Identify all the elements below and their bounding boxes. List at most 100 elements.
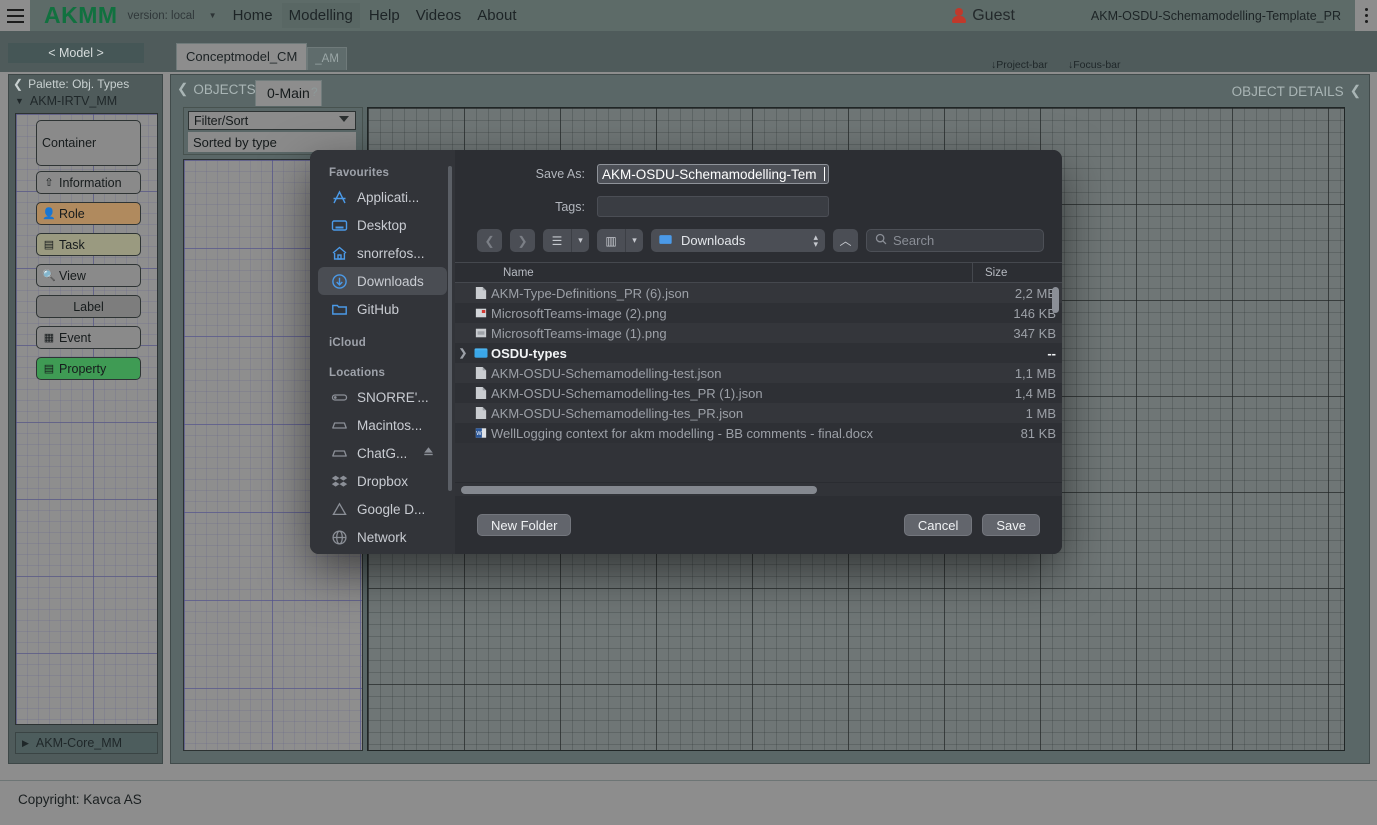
objects-back-label: OBJECTS — [193, 81, 256, 97]
sidebar-item-dropbox[interactable]: Dropbox — [318, 467, 447, 495]
sidebar-item-label: Google D... — [357, 501, 426, 517]
sidebar-section-icloud: iCloud — [329, 337, 366, 349]
home-icon — [331, 245, 348, 262]
sidebar-item-home[interactable]: snorrefos... — [318, 239, 447, 267]
palette-node-label-type[interactable]: Label — [36, 295, 141, 318]
sidebar-section-locations: Locations — [329, 367, 386, 379]
table-row[interactable]: W WellLogging context for akm modelling … — [455, 423, 1062, 443]
file-size: 81 KB — [1020, 425, 1056, 441]
sidebar-item-label: Downloads — [357, 273, 424, 289]
table-row[interactable]: AKM-OSDU-Schemamodelling-tes_PR (1).json… — [455, 383, 1062, 403]
sidebar-item-snorre[interactable]: SNORRE'... — [318, 383, 447, 411]
menu-item-about[interactable]: About — [470, 3, 523, 28]
table-row[interactable]: AKM-OSDU-Schemamodelling-test.json 1,1 M… — [455, 363, 1062, 383]
harddisk-icon — [331, 445, 348, 462]
sidebar-item-chatg[interactable]: ChatG... — [318, 439, 447, 467]
sort-note: Sorted by type — [188, 132, 356, 152]
save-button[interactable]: Save — [982, 514, 1040, 536]
chevron-down-icon[interactable]: ▾ — [625, 229, 643, 252]
focus-bar-hint: ↓Focus-bar — [1068, 59, 1121, 71]
palette-node-label: Property — [59, 361, 107, 376]
document-title: AKM-OSDU-Schemamodelling-Template_PR — [1090, 8, 1341, 23]
filename-input[interactable]: AKM-OSDU-Schemamodelling-Tem — [597, 164, 829, 184]
eject-icon[interactable] — [422, 445, 439, 462]
location-popup-button[interactable]: Downloads ▴ ▾ — [651, 229, 825, 252]
sidebar-item-downloads[interactable]: Downloads — [318, 267, 447, 295]
calendar-icon: ▦ — [43, 331, 55, 344]
hamburger-menu-icon[interactable] — [0, 0, 30, 31]
palette-node-task[interactable]: ▤ Task — [36, 233, 141, 256]
palette-node-event[interactable]: ▦ Event — [36, 326, 141, 349]
palette-node-information[interactable]: ⇧ Information — [36, 171, 141, 194]
palette-header[interactable]: ❮ Palette: Obj. Types — [9, 75, 162, 92]
disclosure-triangle-icon[interactable]: ❯ — [455, 348, 471, 359]
forward-button[interactable]: ❯ — [510, 229, 535, 252]
enclosing-folder-button[interactable]: ︿ — [833, 229, 858, 252]
table-row[interactable]: AKM-Type-Definitions_PR (6).json 2,2 MB — [455, 283, 1062, 303]
palette-node-container[interactable]: Container — [36, 120, 141, 166]
app-footer: Copyright: Kavca AS — [0, 780, 1377, 822]
menu-item-modelling[interactable]: Modelling — [281, 3, 360, 28]
file-list[interactable]: AKM-Type-Definitions_PR (6).json 2,2 MB … — [455, 283, 1062, 482]
sidebar-item-macintosh[interactable]: Macintos... — [318, 411, 447, 439]
file-name: AKM-OSDU-Schemamodelling-tes_PR.json — [491, 405, 744, 421]
sidebar-item-desktop[interactable]: Desktop — [318, 211, 447, 239]
dialog-sidebar: Favourites Applicati... Desktop snorrefo… — [310, 150, 455, 554]
sidebar-section-favourites: Favourites — [329, 167, 390, 179]
sidebar-item-github[interactable]: GitHub — [318, 295, 447, 323]
downloads-folder-icon — [658, 232, 675, 249]
column-header-size[interactable]: Size — [972, 263, 1062, 282]
file-name: MicrosoftTeams-image (1).png — [491, 325, 667, 341]
object-details-toggle[interactable]: OBJECT DETAILS ❮ — [1232, 83, 1361, 99]
back-button[interactable]: ❮ — [477, 229, 502, 252]
file-list-vertical-scrollbar[interactable] — [1052, 287, 1059, 313]
table-row[interactable]: MicrosoftTeams-image (2).png 146 KB — [455, 303, 1062, 323]
filter-sort-box: Filter/Sort Sorted by type — [183, 107, 363, 155]
palette-node-role[interactable]: 👤 Role — [36, 202, 141, 225]
palette-canvas[interactable]: Container ⇧ Information 👤 Role ▤ Task 🔍 … — [15, 113, 158, 725]
objects-back-button[interactable]: ❮ OBJECTS — [177, 81, 256, 97]
version-label: version: local — [127, 9, 195, 22]
menu-strip: AKMM version: local ▼ Home Modelling Hel… — [30, 0, 1355, 31]
objects-panel-header: ❮ OBJECTS 0-Main ? OBJECT DETAILS ❮ — [171, 75, 1369, 106]
menu-item-home[interactable]: Home — [226, 3, 280, 28]
user-block[interactable]: Guest AKM-OSDU-Schemamodelling-Template_… — [952, 7, 1355, 25]
file-list-horizontal-scrollbar[interactable] — [455, 482, 1062, 496]
grid-view-icon[interactable]: ▥ — [597, 229, 625, 252]
scrollbar-thumb[interactable] — [461, 485, 817, 494]
table-row[interactable]: ❯ OSDU-types -- — [455, 343, 1062, 363]
palette-group-irtv[interactable]: ▼ AKM-IRTV_MM — [9, 92, 162, 110]
tab-conceptmodel-cm[interactable]: Conceptmodel_CM — [176, 43, 308, 70]
sidebar-item-label: ChatG... — [357, 445, 408, 461]
list-view-icon[interactable]: ☰ — [543, 229, 571, 252]
tags-input[interactable] — [597, 196, 829, 217]
palette-group-core[interactable]: ▶ AKM-Core_MM — [15, 732, 158, 754]
model-nav-button[interactable]: < Model > — [8, 43, 144, 63]
file-name: WellLogging context for akm modelling - … — [491, 425, 873, 441]
palette-node-property[interactable]: ▤ Property — [36, 357, 141, 380]
new-folder-button[interactable]: New Folder — [477, 514, 572, 536]
overflow-menu-icon[interactable] — [1355, 0, 1377, 31]
sidebar-item-label: Macintos... — [357, 417, 423, 433]
search-input[interactable]: Search — [866, 229, 1044, 252]
file-size: 347 KB — [1013, 325, 1056, 341]
sidebar-item-google-drive[interactable]: Google D... — [318, 495, 447, 523]
help-icon[interactable]: ? — [311, 85, 318, 99]
filter-sort-select[interactable]: Filter/Sort — [188, 111, 356, 130]
column-header-name[interactable]: Name — [455, 267, 972, 279]
cancel-button[interactable]: Cancel — [903, 514, 973, 536]
tab-am[interactable]: _AM — [307, 47, 347, 70]
sidebar-item-network[interactable]: Network — [318, 523, 447, 551]
sidebar-scrollbar[interactable] — [448, 166, 452, 491]
svg-text:W: W — [476, 431, 482, 437]
chevron-down-icon[interactable]: ▾ — [571, 229, 589, 252]
sidebar-item-applications[interactable]: Applicati... — [318, 183, 447, 211]
table-row[interactable]: MicrosoftTeams-image (1).png 347 KB — [455, 323, 1062, 343]
menu-item-videos[interactable]: Videos — [409, 3, 469, 28]
table-row[interactable]: AKM-OSDU-Schemamodelling-tes_PR.json 1 M… — [455, 403, 1062, 423]
harddisk-icon — [331, 417, 348, 434]
palette-node-view[interactable]: 🔍 View — [36, 264, 141, 287]
docx-file-icon: W — [471, 427, 491, 439]
menu-item-help[interactable]: Help — [362, 3, 407, 28]
version-dropdown-icon[interactable]: ▼ — [209, 11, 217, 20]
